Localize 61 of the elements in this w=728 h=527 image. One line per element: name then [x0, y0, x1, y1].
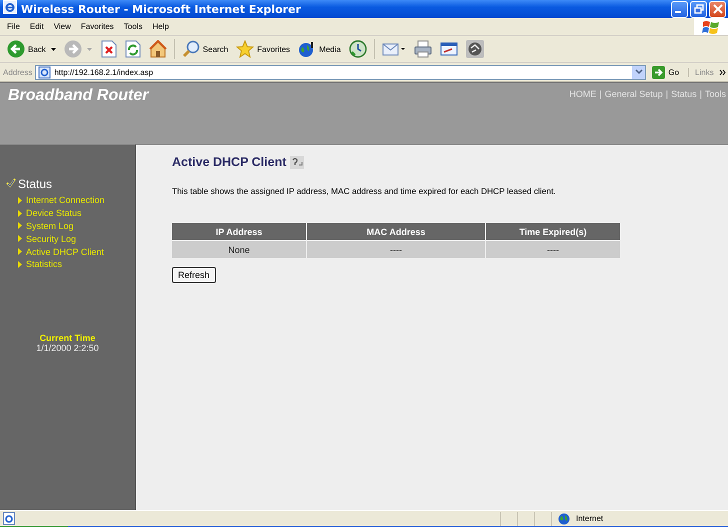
section-title[interactable]: Status — [18, 177, 52, 191]
current-time-value: 1/1/2000 2:2:50 — [36, 342, 99, 353]
sidebar-link[interactable]: Device Status — [26, 208, 82, 218]
media-button[interactable]: Media — [295, 38, 344, 60]
restore-icon — [694, 4, 704, 14]
back-button[interactable]: Back — [4, 38, 59, 60]
menu-item[interactable]: Help — [147, 22, 174, 31]
chevron-icon — [718, 68, 726, 76]
menu-item[interactable]: Tools — [118, 22, 148, 31]
menu-item[interactable]: Favorites — [76, 22, 119, 31]
minimize-icon — [675, 11, 681, 13]
page-icon — [38, 66, 52, 78]
bullet-icon — [18, 235, 22, 242]
go-button[interactable]: Go — [649, 66, 686, 78]
sidebar-link[interactable]: Active DHCP Client — [26, 246, 104, 257]
bullet-icon — [18, 260, 22, 268]
windows-logo-icon — [694, 18, 728, 35]
address-label: Address — [3, 68, 32, 76]
favorites-button[interactable]: Favorites — [233, 38, 294, 60]
restore-button[interactable] — [690, 0, 707, 18]
description-text: This table shows the assigned IP address, MAC address and time expired for each DHCP leased client. — [172, 186, 557, 196]
menu-item[interactable]: File — [2, 22, 25, 31]
bullet-icon — [18, 210, 22, 217]
table-cell: ---- — [307, 241, 485, 258]
window-title: Wireless Router - Microsoft Internet Explorer — [21, 2, 301, 16]
brand-title: Broadband Router — [8, 87, 148, 105]
star-icon — [236, 40, 254, 58]
sidebar-link[interactable]: Internet Connection — [26, 195, 105, 206]
search-button[interactable]: Search — [178, 38, 232, 60]
column-header: MAC Address — [307, 223, 485, 240]
search-icon — [182, 40, 200, 58]
caret-icon — [634, 69, 643, 75]
bullet-icon — [18, 248, 22, 256]
globe-icon — [558, 512, 570, 524]
address-field[interactable]: http://192.168.2.1/index.asp — [35, 64, 646, 80]
close-button[interactable] — [709, 0, 726, 18]
sidebar-link[interactable]: System Log — [26, 220, 74, 231]
current-time-label: Current Time — [40, 332, 96, 343]
column-header: IP Address — [172, 223, 306, 240]
table-cell: ---- — [486, 241, 620, 258]
browser-icon — [3, 0, 17, 14]
sidebar-link[interactable]: Statistics — [26, 259, 62, 270]
zone-label: Internet — [576, 514, 604, 523]
page-heading: Active DHCP Client — [172, 155, 286, 169]
refresh-button[interactable]: Refresh — [172, 267, 216, 283]
menu-item[interactable]: View — [48, 22, 76, 31]
nav-separator: | — [700, 89, 702, 99]
close-icon — [712, 4, 722, 14]
caret-icon — [50, 48, 56, 50]
help-icon[interactable] — [290, 156, 304, 168]
bullet-icon — [18, 222, 22, 230]
column-header: Time Expired(s) — [486, 223, 620, 240]
minimize-button[interactable] — [671, 0, 688, 18]
arrow-icon — [652, 66, 666, 78]
bullet-icon — [18, 196, 22, 204]
nav-separator: | — [599, 89, 602, 99]
menu-item[interactable]: Edit — [24, 22, 49, 31]
nav-separator: | — [666, 89, 668, 99]
sidebar-link[interactable]: Security Log — [26, 234, 76, 244]
table-cell: None — [172, 241, 306, 258]
dropdown-button[interactable] — [632, 66, 646, 78]
